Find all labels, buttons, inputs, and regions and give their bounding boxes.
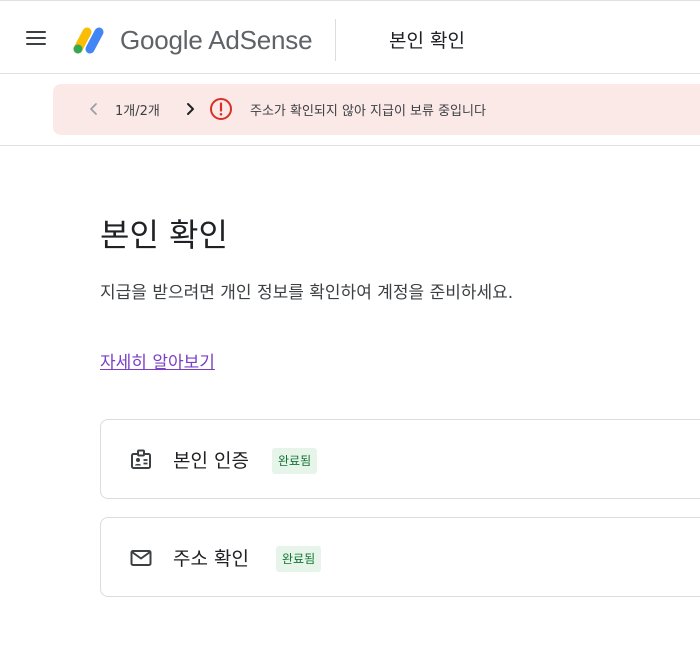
page-title: 본인 확인 xyxy=(100,216,228,254)
error-icon xyxy=(210,98,232,120)
top-app-bar: Google AdSense 본인 확인 xyxy=(0,0,700,74)
learn-more-link[interactable]: 자세히 알아보기 xyxy=(100,348,215,373)
payment-hold-alert: 1개/2개 주소가 확인되지 않아 지급이 보류 중입니다 xyxy=(53,84,700,135)
alert-message: 주소가 확인되지 않아 지급이 보류 중입니다 xyxy=(250,104,486,119)
status-badge: 완료됨 xyxy=(276,546,322,572)
menu-icon[interactable] xyxy=(26,29,48,47)
brand-name: Google AdSense xyxy=(120,25,313,55)
id-badge-icon xyxy=(131,449,151,469)
alert-region: 1개/2개 주소가 확인되지 않아 지급이 보류 중입니다 xyxy=(0,74,700,146)
header-page-title: 본인 확인 xyxy=(389,30,465,52)
status-badge: 완료됨 xyxy=(272,448,318,474)
alert-pagination-count: 1개/2개 xyxy=(115,104,160,119)
mail-icon xyxy=(130,550,152,566)
address-verification-card[interactable]: 주소 확인 완료됨 xyxy=(100,517,700,597)
page: Google AdSense 본인 확인 1개/2개 주소가 확인되지 않아 지… xyxy=(0,0,700,665)
card-label: 본인 인증 xyxy=(173,450,249,472)
chevron-right-icon[interactable] xyxy=(183,101,197,117)
card-label: 주소 확인 xyxy=(173,548,249,570)
page-description: 지급을 받으려면 개인 정보를 확인하여 계정을 준비하세요. xyxy=(100,283,514,303)
adsense-logo-icon xyxy=(73,27,104,54)
chevron-left-icon[interactable] xyxy=(87,101,101,117)
header-divider xyxy=(335,19,336,61)
identity-verification-card[interactable]: 본인 인증 완료됨 xyxy=(100,419,700,499)
